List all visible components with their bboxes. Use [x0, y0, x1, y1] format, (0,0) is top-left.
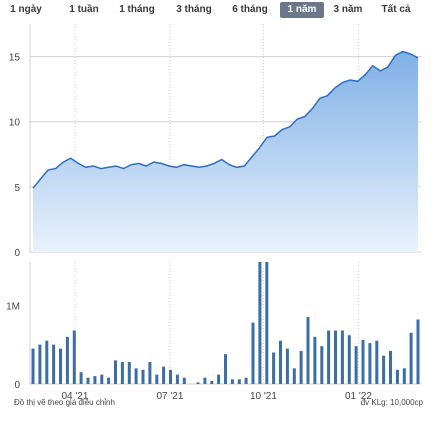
adjusted-price-note: Đồ thị vẽ theo giá điều chỉnh	[14, 398, 115, 407]
volume-bar	[196, 382, 200, 384]
volume-bar	[244, 377, 248, 384]
volume-bars	[31, 262, 420, 384]
volume-bar	[120, 362, 124, 384]
volume-bar	[175, 374, 179, 384]
volume-bar	[237, 379, 241, 384]
volume-bar	[86, 377, 90, 384]
volume-bar	[285, 348, 289, 384]
volume-bar	[65, 336, 69, 384]
volume-bar	[107, 377, 111, 384]
volume-bar	[100, 374, 104, 384]
volume-bar	[375, 340, 379, 384]
volume-bar	[258, 262, 262, 384]
volume-bar	[59, 348, 62, 384]
volume-bar	[272, 352, 276, 384]
volume-bar	[416, 319, 420, 384]
volume-bar	[230, 379, 234, 384]
volume-bar	[127, 362, 131, 384]
price-area	[33, 51, 418, 253]
volume-bar	[279, 340, 282, 384]
volume-bar	[340, 330, 344, 384]
volume-bar	[38, 344, 42, 384]
volume-bar	[251, 322, 255, 384]
volume-bar	[327, 330, 331, 384]
volume-bar	[334, 330, 337, 384]
volume-y-tick-label: 0	[14, 380, 20, 391]
volume-bar	[93, 376, 97, 384]
volume-bar	[299, 350, 303, 384]
volume-y-tick-label: 1M	[6, 301, 20, 312]
volume-bar	[361, 339, 365, 384]
volume-bar	[409, 332, 413, 384]
volume-bar	[224, 354, 227, 384]
volume-unit-note: đv KLg: 10,000cp	[360, 398, 423, 407]
month-tick-label: 10 '21	[250, 391, 277, 402]
volume-bar	[354, 346, 358, 384]
volume-bar	[114, 360, 117, 384]
volume-bar	[45, 340, 49, 384]
volume-bar	[141, 369, 145, 384]
volume-bar	[31, 348, 35, 384]
volume-bar	[306, 317, 310, 384]
volume-bar	[217, 374, 221, 384]
price-volume-chart: 05101501M 04 '21 07 '21 10 '21 01 '22	[6, 24, 421, 402]
price-y-tick-label: 0	[14, 248, 20, 259]
volume-bar	[347, 335, 351, 384]
volume-bar	[402, 368, 406, 384]
volume-bar	[382, 355, 386, 384]
month-tick-label: 07 '21	[157, 391, 184, 402]
volume-bar	[169, 369, 172, 384]
volume-bar	[203, 377, 207, 384]
volume-bar	[265, 262, 269, 384]
volume-bar	[292, 368, 296, 384]
volume-bar	[52, 344, 56, 384]
price-y-tick-label: 5	[14, 183, 20, 194]
volume-bar	[79, 372, 83, 384]
volume-bar	[182, 377, 186, 384]
volume-bar	[72, 330, 76, 384]
price-y-tick-label: 10	[9, 118, 21, 129]
volume-bar	[134, 368, 138, 384]
volume-bar	[320, 346, 324, 384]
volume-bar	[389, 350, 392, 384]
volume-bar	[155, 374, 159, 384]
volume-bar	[148, 362, 152, 384]
volume-bar	[210, 380, 214, 384]
volume-bar	[395, 369, 399, 384]
volume-bar	[368, 343, 372, 384]
volume-bar	[162, 366, 166, 384]
y-tick-labels: 0 5 10 15 0 1M	[6, 53, 20, 391]
price-y-tick-label: 15	[9, 53, 21, 64]
volume-bar	[313, 336, 317, 384]
